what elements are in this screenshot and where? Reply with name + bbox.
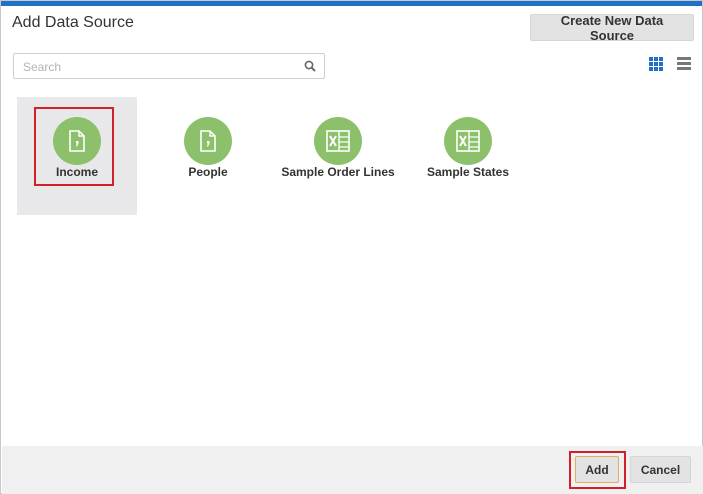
data-source-tile-sample-states[interactable]: Sample States: [408, 97, 528, 215]
create-new-data-source-button[interactable]: Create New Data Source: [530, 13, 694, 43]
list-view-icon[interactable]: [677, 57, 691, 71]
selection-highlight: [34, 107, 114, 186]
search-icon[interactable]: [304, 60, 316, 72]
grid-view-icon[interactable]: [649, 57, 663, 71]
excel-file-icon: [314, 117, 362, 165]
tile-label: Sample States: [426, 165, 510, 179]
dialog-accent-bar: [1, 1, 702, 6]
cancel-button[interactable]: Cancel: [630, 456, 691, 483]
excel-file-icon: [444, 117, 492, 165]
csv-file-icon: [184, 117, 232, 165]
data-source-tile-sample-order-lines[interactable]: Sample Order Lines: [278, 97, 398, 215]
search-input[interactable]: [21, 58, 295, 76]
data-source-tile-people[interactable]: People: [148, 97, 268, 215]
add-button[interactable]: Add: [575, 456, 619, 483]
search-box[interactable]: [13, 53, 325, 79]
dialog-title: Add Data Source: [12, 14, 134, 31]
add-data-source-dialog: Add Data Source Create New Data Source S…: [0, 0, 703, 494]
